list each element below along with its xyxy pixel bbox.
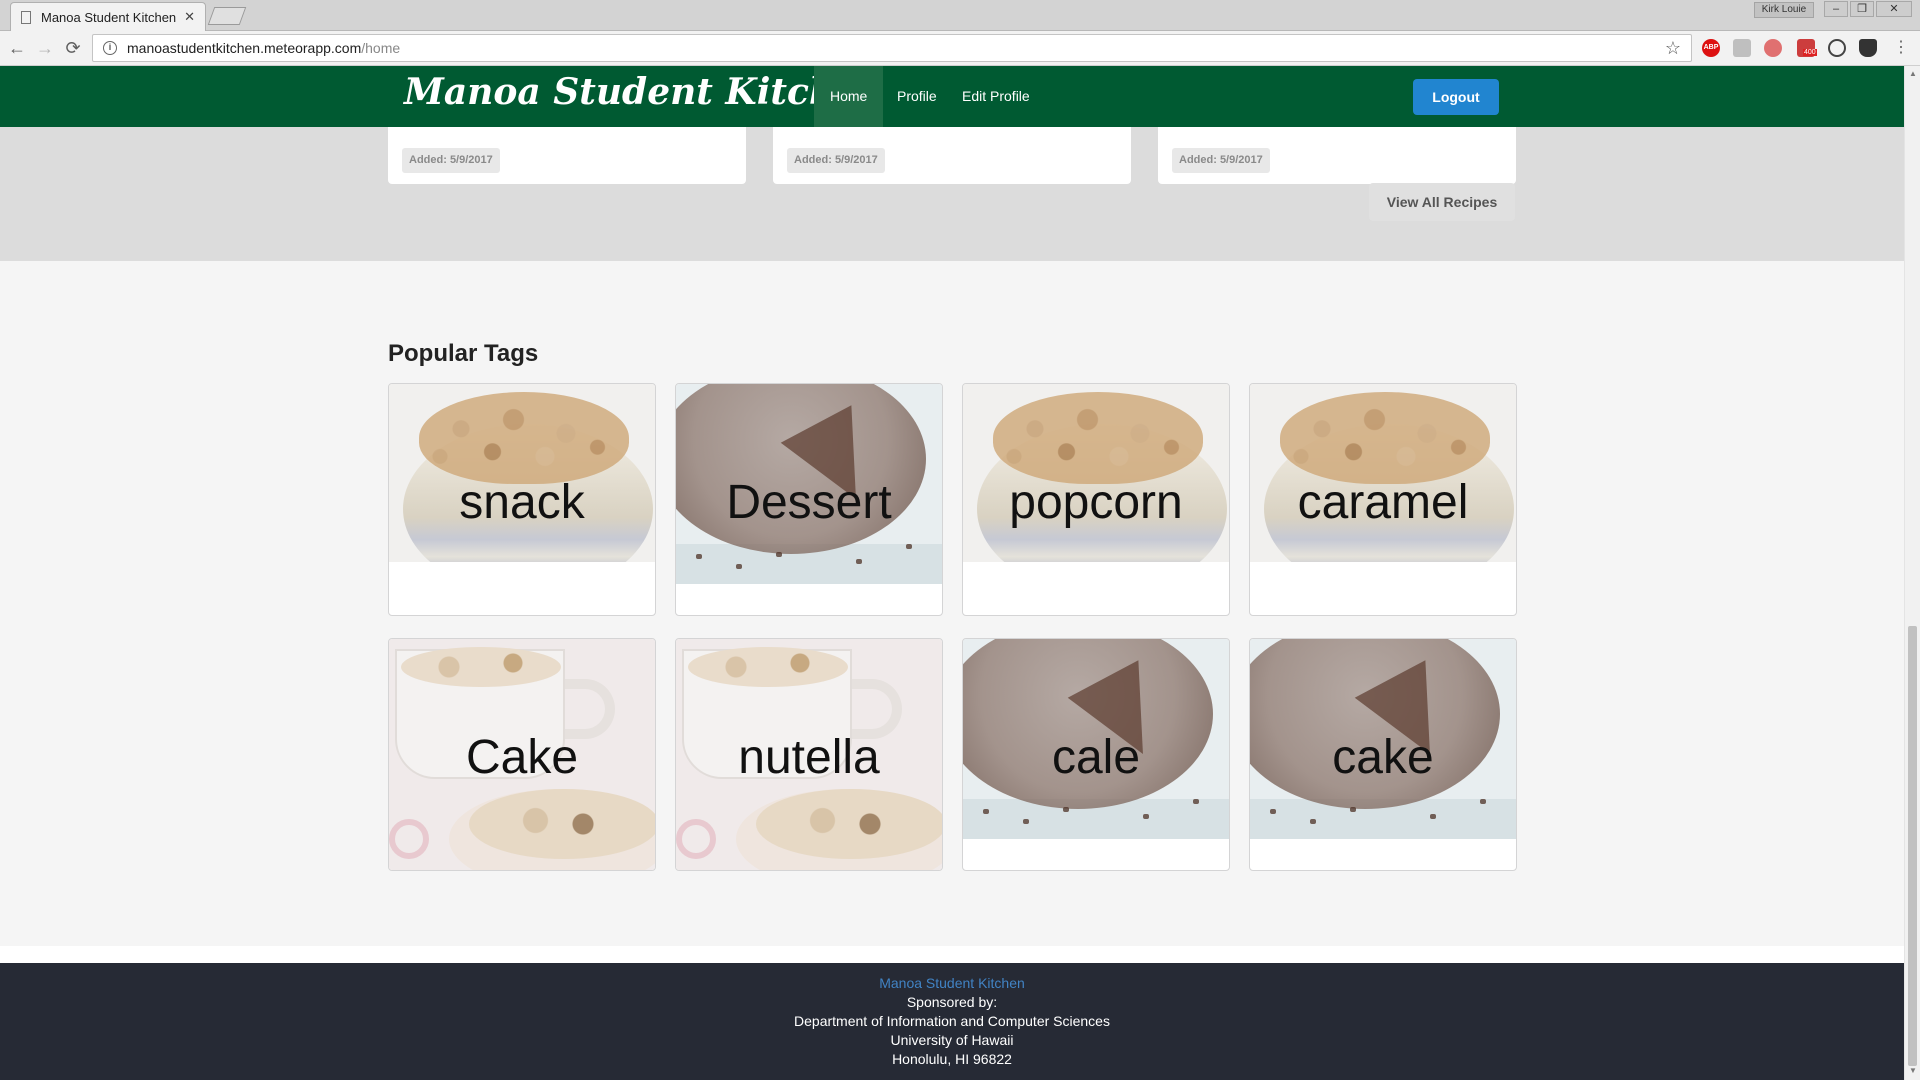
tag-label: popcorn [1009, 476, 1183, 529]
popcorn-image [1250, 384, 1516, 562]
page-scrollbar[interactable]: ▲ ▼ [1904, 66, 1920, 1080]
tag-card-nutella[interactable]: nutella [675, 638, 943, 871]
footer-sponsored: Sponsored by: [906, 994, 998, 1010]
tag-label: Dessert [726, 476, 892, 529]
page-icon [21, 10, 31, 24]
browser-toolbar: ← → ⟳ i manoastudentkitchen.meteorapp.co… [0, 31, 1920, 66]
browser-tab[interactable]: Manoa Student Kitchen ✕ [10, 2, 206, 31]
tag-label: Cake [465, 731, 579, 784]
view-all-recipes-button[interactable]: View All Recipes [1369, 183, 1515, 221]
popcorn-image [389, 384, 655, 562]
tag-label: cale [1051, 731, 1141, 784]
tag-card-caramel[interactable]: caramel [1249, 383, 1517, 616]
browser-tab-strip: Manoa Student Kitchen ✕ Kirk Louie – ❐ ✕ [0, 0, 1920, 31]
sync-icon[interactable] [1828, 39, 1846, 57]
restore-icon[interactable]: ❐ [1850, 1, 1874, 17]
url-path: /home [361, 40, 401, 56]
footer-site-link[interactable]: Manoa Student Kitchen [0, 974, 1904, 993]
tab-title: Manoa Student Kitchen [41, 9, 177, 25]
extension-heart-icon[interactable] [1764, 39, 1782, 57]
added-date-label: Added: 5/9/2017 [402, 148, 500, 173]
tag-card-cake-upper[interactable]: Cake [388, 638, 656, 871]
info-icon[interactable]: i [103, 41, 117, 55]
bookmark-star-icon[interactable]: ☆ [1665, 38, 1681, 59]
footer-department: Department of Information and Computer S… [794, 1013, 1110, 1029]
url-host: manoastudentkitchen.meteorapp.com [127, 40, 362, 56]
recipe-card[interactable]: Added: 5/9/2017 [773, 127, 1131, 184]
footer-divider [0, 946, 1904, 963]
minimize-icon[interactable]: – [1824, 1, 1848, 17]
nav-item-home[interactable]: Home [814, 66, 884, 127]
site-navbar: Manoa Student Kitchen Home Profile Edit … [0, 66, 1904, 127]
gmail-unread-badge: 400 [1803, 49, 1817, 56]
scroll-thumb[interactable] [1908, 626, 1917, 1066]
back-icon[interactable]: ← [6, 37, 28, 59]
tag-label: snack [459, 476, 585, 529]
tag-label: nutella [738, 731, 880, 784]
recipe-card[interactable]: Added: 5/9/2017 [1158, 127, 1516, 184]
tag-card-cake[interactable]: cake [1249, 638, 1517, 871]
popular-tags-title: Popular Tags [388, 340, 539, 367]
tag-card-dessert[interactable]: Dessert [675, 383, 943, 616]
added-date-label: Added: 5/9/2017 [1172, 148, 1270, 173]
menu-icon[interactable]: ⋮ [1890, 37, 1912, 59]
added-date-label: Added: 5/9/2017 [787, 148, 885, 173]
gmail-icon[interactable]: 400 [1797, 39, 1817, 57]
scroll-down-icon[interactable]: ▼ [1909, 1066, 1917, 1075]
tag-card-popcorn[interactable]: popcorn [962, 383, 1230, 616]
window-close-icon[interactable]: ✕ [1876, 1, 1912, 17]
recipe-card[interactable]: Added: 5/9/2017 [388, 127, 746, 184]
tag-card-cale[interactable]: cale [962, 638, 1230, 871]
extension-icon[interactable] [1733, 39, 1751, 57]
forward-icon[interactable]: → [34, 37, 56, 59]
shield-icon[interactable] [1859, 39, 1877, 57]
logout-button[interactable]: Logout [1413, 79, 1499, 115]
tag-card-snack[interactable]: snack [388, 383, 656, 616]
adblock-icon[interactable]: ABP [1702, 39, 1720, 57]
nav-item-profile[interactable]: Profile [881, 66, 953, 127]
footer-university: University of Hawaii [890, 1032, 1014, 1048]
new-tab-button[interactable] [207, 7, 247, 25]
footer: Manoa Student Kitchen Sponsored by: Depa… [0, 963, 1904, 1080]
tag-label: caramel [1297, 476, 1469, 529]
close-icon[interactable]: ✕ [184, 9, 195, 25]
site-logo[interactable]: Manoa Student Kitchen [404, 71, 884, 113]
recipes-section: Added: 5/9/2017 Added: 5/9/2017 Added: 5… [0, 127, 1904, 261]
tag-label: cake [1332, 731, 1434, 784]
nav-item-edit-profile[interactable]: Edit Profile [946, 66, 1046, 127]
popcorn-image [963, 384, 1229, 562]
reload-icon[interactable]: ⟳ [62, 37, 84, 59]
address-bar[interactable]: i manoastudentkitchen.meteorapp.com /hom… [92, 34, 1692, 62]
footer-address: Honolulu, HI 96822 [892, 1051, 1012, 1067]
user-profile-badge[interactable]: Kirk Louie [1754, 2, 1814, 18]
scroll-up-icon[interactable]: ▲ [1909, 69, 1917, 78]
